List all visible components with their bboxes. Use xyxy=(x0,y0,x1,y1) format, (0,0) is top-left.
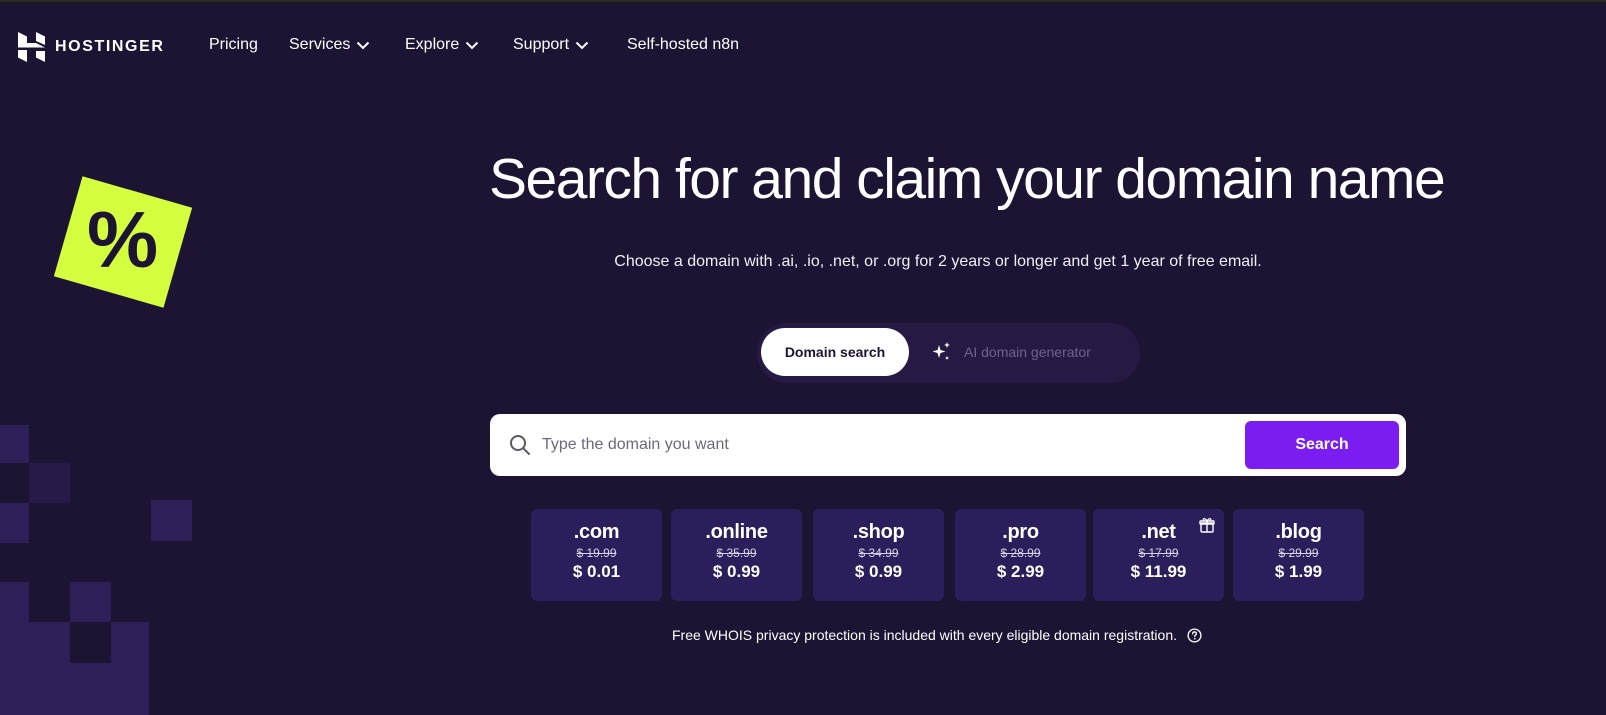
nav-services[interactable]: Services xyxy=(289,36,370,54)
help-circle-icon[interactable] xyxy=(1187,627,1202,643)
domain-search-bar: Search xyxy=(490,414,1406,476)
tld-card-com[interactable]: .com $ 19.99 $ 0.01 xyxy=(531,509,662,601)
tld-price: $ 1.99 xyxy=(1274,562,1323,581)
page: HOSTINGER Pricing Services Explore Suppo… xyxy=(0,0,1606,715)
tld-price: $ 11.99 xyxy=(1130,562,1187,581)
tld-old-price: $ 28.99 xyxy=(1000,546,1041,560)
sparkles-icon xyxy=(932,342,950,360)
tld-price: $ 0.99 xyxy=(854,562,903,581)
tld-old-price: $ 35.99 xyxy=(716,546,757,560)
nav-explore-label: Explore xyxy=(405,36,460,53)
chevron-down-icon xyxy=(466,41,479,49)
nav-services-label: Services xyxy=(289,36,351,53)
tld-card-pro[interactable]: .pro $ 28.99 $ 2.99 xyxy=(955,509,1086,601)
whois-note: Free WHOIS privacy protection is include… xyxy=(672,627,1202,643)
brand-logo[interactable]: HOSTINGER xyxy=(18,32,165,62)
nav-pricing[interactable]: Pricing xyxy=(209,36,258,54)
nav-support[interactable]: Support xyxy=(513,36,589,54)
page-subtitle: Choose a domain with .ai, .io, .net, or … xyxy=(614,253,1262,270)
top-navigation: HOSTINGER Pricing Services Explore Suppo… xyxy=(0,2,1606,92)
nav-pricing-label: Pricing xyxy=(209,36,258,53)
search-button[interactable]: Search xyxy=(1245,421,1399,469)
search-icon xyxy=(510,435,530,455)
page-title: Search for and claim your domain name xyxy=(489,147,1446,211)
tld-name: .pro xyxy=(1002,521,1039,543)
chevron-down-icon xyxy=(357,41,370,49)
nav-n8n-label: Self-hosted n8n xyxy=(627,36,740,53)
tld-card-net[interactable]: .net $ 17.99 $ 11.99 xyxy=(1093,509,1224,601)
tld-old-price: $ 17.99 xyxy=(1138,546,1179,560)
tld-card-online[interactable]: .online $ 35.99 $ 0.99 xyxy=(671,509,802,601)
nav-support-label: Support xyxy=(513,36,570,53)
tld-card-shop[interactable]: .shop $ 34.99 $ 0.99 xyxy=(813,509,944,601)
tld-name: .online xyxy=(705,521,768,543)
hostinger-logo-icon xyxy=(18,32,45,62)
nav-explore[interactable]: Explore xyxy=(405,36,479,54)
chevron-down-icon xyxy=(575,41,589,49)
tld-old-price: $ 34.99 xyxy=(858,546,899,560)
tld-card-blog[interactable]: .blog $ 29.99 $ 1.99 xyxy=(1233,509,1364,601)
brand-name: HOSTINGER xyxy=(55,38,165,55)
tld-name: .blog xyxy=(1275,521,1322,543)
tld-price: $ 0.99 xyxy=(712,562,761,581)
tld-name: .shop xyxy=(852,521,905,543)
tab-domain-search[interactable]: Domain search xyxy=(761,328,909,376)
tld-price: $ 2.99 xyxy=(996,562,1045,581)
tld-old-price: $ 19.99 xyxy=(576,546,617,560)
search-mode-tabs: Domain search AI domain generator xyxy=(757,323,1140,383)
tld-price: $ 0.01 xyxy=(572,562,621,581)
nav-self-hosted-n8n[interactable]: Self-hosted n8n xyxy=(627,36,739,54)
whois-note-text: Free WHOIS privacy protection is include… xyxy=(672,627,1177,643)
tab-ai-label: AI domain generator xyxy=(964,344,1091,360)
domain-search-input[interactable] xyxy=(542,428,1162,462)
tab-ai-domain-generator[interactable]: AI domain generator xyxy=(930,328,1091,376)
tld-name: .com xyxy=(573,521,620,543)
tld-old-price: $ 29.99 xyxy=(1278,546,1319,560)
gift-icon xyxy=(1199,518,1215,533)
